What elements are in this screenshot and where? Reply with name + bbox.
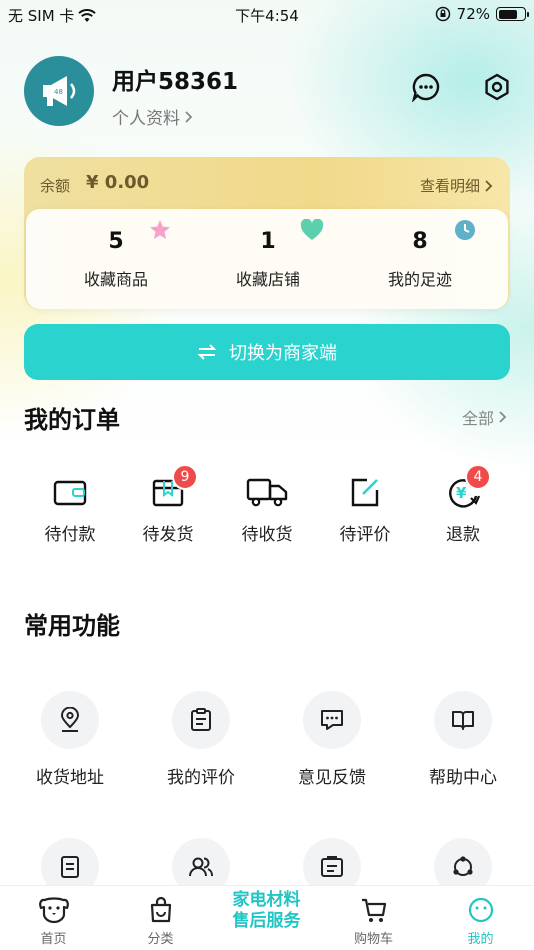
swap-arrows-icon — [197, 344, 217, 360]
svg-text:48: 48 — [54, 88, 63, 96]
message-button[interactable] — [411, 72, 441, 102]
settings-button[interactable] — [482, 72, 512, 102]
func-help-center[interactable]: 帮助中心 — [403, 691, 523, 788]
order-label: 待评价 — [339, 525, 391, 545]
feedback-icon — [321, 710, 343, 730]
tab-service-label: 家电材料 售后服务 — [213, 890, 320, 932]
order-label: 待发货 — [142, 525, 194, 545]
func-my-reviews[interactable]: 我的评价 — [141, 691, 261, 788]
order-label: 退款 — [446, 525, 480, 545]
tab-mine[interactable]: 我的 — [427, 886, 534, 950]
order-badge: 4 — [465, 464, 491, 490]
dog-icon — [38, 897, 69, 924]
megaphone-icon: 48 — [43, 76, 76, 106]
stat-favorite-shops[interactable]: 1 收藏店铺 — [188, 209, 348, 309]
chevron-right-icon — [499, 411, 507, 423]
tab-service-line1: 家电材料 — [232, 890, 301, 910]
order-label: 待收货 — [241, 525, 293, 545]
func-feedback[interactable]: 意见反馈 — [272, 691, 392, 788]
heart-icon — [300, 219, 324, 240]
tab-service[interactable]: 家电材料 售后服务 — [213, 886, 320, 950]
orders-all-label: 全部 — [461, 409, 494, 428]
order-badge: 9 — [172, 464, 198, 490]
order-pending-receipt[interactable]: 待收货 — [217, 470, 317, 545]
chat-bubble-icon — [412, 73, 440, 102]
wallet-icon — [53, 480, 87, 506]
truck-icon — [246, 478, 288, 507]
stat-footprints[interactable]: 8 我的足迹 — [340, 209, 500, 309]
balance-label: 余额 — [40, 177, 71, 195]
balance-detail-label: 查看明细 — [419, 177, 480, 195]
orientation-lock-icon — [435, 6, 450, 22]
stat-label: 收藏店铺 — [235, 270, 300, 289]
chevron-right-icon — [185, 110, 193, 123]
func-label: 我的评价 — [167, 768, 235, 788]
review-icon — [191, 708, 211, 731]
func-address[interactable]: 收货地址 — [10, 691, 130, 788]
tab-cart[interactable]: 购物车 — [320, 886, 427, 950]
tab-label: 我的 — [467, 932, 494, 947]
cart-icon — [361, 898, 386, 922]
switch-merchant-button[interactable]: 切换为商家端 — [24, 324, 510, 380]
status-bar: 无 SIM 卡 下午4:54 72% — [0, 0, 534, 30]
tab-service-line2: 售后服务 — [232, 911, 301, 931]
func-label: 意见反馈 — [298, 768, 366, 788]
tab-home[interactable]: 首页 — [0, 886, 107, 950]
functions-title: 常用功能 — [24, 612, 120, 640]
tab-bar: 首页 分类 家电材料 售后服务 购物车 我的 — [0, 885, 534, 950]
func-label: 帮助中心 — [429, 768, 497, 788]
order-refund[interactable]: ¥ 4 退款 — [413, 464, 513, 545]
order-pending-shipment[interactable]: 9 待发货 — [118, 464, 218, 545]
tab-category[interactable]: 分类 — [107, 886, 214, 950]
order-pending-payment[interactable]: 待付款 — [20, 470, 120, 545]
avatar[interactable]: 48 — [24, 56, 94, 126]
battery-percent: 72% — [456, 5, 490, 23]
tab-label: 分类 — [147, 932, 174, 947]
users-icon — [189, 857, 213, 877]
username: 用户58361 — [112, 69, 239, 95]
balance-value: ¥ 0.00 — [86, 172, 150, 193]
profile-link[interactable]: 个人资料 — [112, 104, 194, 129]
stats-card: 5 收藏商品 1 收藏店铺 8 我的足迹 — [26, 209, 508, 309]
order-label: 待付款 — [44, 525, 96, 545]
edit-icon — [351, 478, 379, 507]
share-icon — [453, 856, 473, 876]
help-book-icon — [452, 711, 474, 730]
balance-card: 余额 ¥ 0.00 查看明细 5 收藏商品 1 收藏店铺 8 我的足迹 — [24, 157, 510, 309]
stat-label: 我的足迹 — [387, 270, 452, 289]
chevron-right-icon — [485, 179, 493, 192]
tab-label: 首页 — [40, 932, 67, 947]
star-icon — [150, 220, 170, 239]
order-pending-review[interactable]: 待评价 — [315, 470, 415, 545]
svg-text:¥: ¥ — [456, 484, 467, 502]
stat-favorite-goods[interactable]: 5 收藏商品 — [36, 209, 196, 309]
balance-detail-link[interactable]: 查看明细 — [420, 175, 494, 196]
gear-icon — [485, 73, 509, 101]
orders-all-link[interactable]: 全部 — [462, 405, 508, 429]
location-icon — [60, 707, 80, 732]
switch-merchant-label: 切换为商家端 — [229, 343, 337, 364]
stat-num: 5 — [108, 229, 124, 254]
stat-label: 收藏商品 — [83, 270, 148, 289]
profile-link-label: 个人资料 — [112, 109, 180, 129]
clipboard-icon — [321, 856, 343, 877]
clock-icon — [455, 220, 475, 240]
smile-icon — [468, 897, 493, 923]
battery-icon — [496, 7, 529, 21]
stat-num: 1 — [260, 229, 276, 254]
stat-num: 8 — [412, 229, 428, 254]
orders-title: 我的订单 — [24, 406, 120, 434]
tab-label: 购物车 — [353, 932, 393, 947]
bag-icon — [150, 896, 171, 923]
func-label: 收货地址 — [36, 768, 104, 788]
document-icon — [61, 856, 79, 878]
